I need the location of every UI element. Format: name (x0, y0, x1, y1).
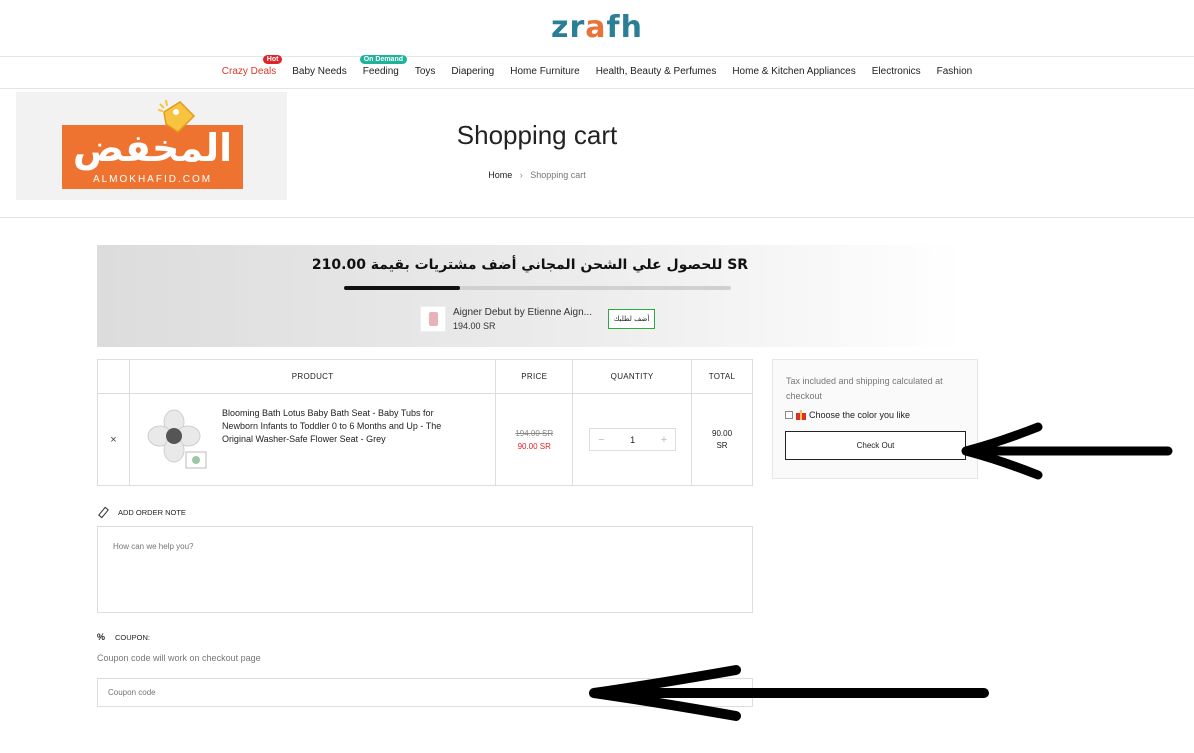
free-shipping-message: SR للحصول علي الشحن المجاني أضف مشتريات … (311, 257, 749, 273)
page-title: Shopping cart (456, 120, 618, 150)
nav-item-label: Crazy Deals (221, 66, 277, 77)
upsell-product-price: 194.00 SR (453, 321, 496, 331)
cart-table: Product Price Quantity Total × (97, 359, 753, 486)
free-shipping-bar: SR للحصول علي الشحن المجاني أضف مشتريات … (97, 245, 963, 347)
coupon-heading: % COUPON: (97, 632, 150, 642)
brand-latin-name: ALMOKHAFID.COM (92, 174, 213, 185)
hot-badge: Hot (262, 55, 283, 64)
percent-icon: % (97, 632, 106, 642)
coupon-hint: Coupon code will work on checkout page (97, 653, 261, 663)
free-shipping-progress-fill (344, 286, 461, 290)
line-total-cell: 90.00 SR (691, 393, 753, 486)
price-tag-icon (157, 99, 196, 133)
remove-item-button[interactable]: × (97, 393, 130, 486)
original-price: 194.00 SR (515, 428, 554, 438)
close-icon: × (110, 433, 117, 446)
price-column-header: Price (495, 359, 574, 394)
product-image[interactable] (146, 408, 208, 470)
site-logo[interactable]: zrafh (0, 10, 1194, 45)
line-total-value: 90.00 (712, 428, 733, 438)
tax-shipping-note: Tax included and shipping calculated at … (786, 376, 943, 401)
upsell-product-name[interactable]: Aigner Debut by Etienne Aign... (453, 307, 592, 318)
color-option-checkbox[interactable] (785, 411, 793, 419)
brand-arabic-name: المخفض (72, 126, 233, 170)
order-note-label: ADD ORDER NOTE (118, 507, 186, 517)
decrease-quantity-button[interactable]: − (598, 434, 604, 446)
nav-item-home-furniture[interactable]: Home Furniture (510, 66, 579, 77)
main-nav: Crazy Deals Hot Baby Needs Feeding On De… (0, 55, 1194, 77)
color-option-row[interactable]: Choose the color you like (785, 410, 910, 420)
on-demand-badge: On Demand (359, 55, 408, 64)
quantity-column-header: Quantity (572, 359, 693, 394)
upsell-product-image[interactable] (420, 306, 446, 332)
breadcrumb-home[interactable]: Home (488, 170, 512, 180)
order-note-textarea[interactable] (97, 526, 753, 613)
remove-column-header (97, 359, 130, 394)
nav-divider (0, 88, 1194, 89)
breadcrumb: Home › Shopping cart (387, 170, 687, 180)
nav-item-fashion[interactable]: Fashion (937, 66, 973, 77)
nav-item-health-beauty[interactable]: Health, Beauty & Perfumes (596, 66, 717, 77)
total-column-header: Total (691, 359, 753, 394)
nav-item-diapering[interactable]: Diapering (451, 66, 494, 77)
arrow-left-icon (589, 665, 989, 721)
price-cell: 194.00 SR 90.00 SR (495, 393, 574, 486)
order-summary-panel: Tax included and shipping calculated at … (772, 359, 978, 479)
table-row: × Blooming Bath Lotus Baby Bath Seat - B… (97, 393, 753, 486)
pencil-icon (99, 507, 109, 517)
quantity-cell: − 1 + (572, 393, 693, 486)
gift-icon (796, 410, 806, 420)
cart-header-row: Product Price Quantity Total (97, 359, 753, 394)
nav-item-crazy-deals[interactable]: Crazy Deals Hot (221, 55, 283, 77)
nav-item-home-kitchen[interactable]: Home & Kitchen Appliances (732, 66, 855, 77)
nav-item-label: Feeding (362, 66, 399, 77)
upsell-add-button[interactable]: أضف لطلبك (608, 309, 655, 329)
sale-price: 90.00 SR (517, 441, 551, 451)
quantity-stepper: − 1 + (589, 428, 677, 451)
banner-divider (0, 217, 1194, 218)
product-name[interactable]: Blooming Bath Lotus Baby Bath Seat - Bab… (222, 407, 472, 446)
nav-item-toys[interactable]: Toys (415, 66, 436, 77)
order-note-heading[interactable]: ADD ORDER NOTE (99, 507, 186, 517)
product-column-header: Product (128, 359, 497, 394)
nav-item-baby-needs[interactable]: Baby Needs (292, 66, 346, 77)
line-total-currency: SR (716, 440, 728, 450)
chevron-right-icon: › (519, 170, 523, 180)
header-divider (0, 56, 1194, 57)
color-option-label: Choose the color you like (809, 410, 911, 420)
breadcrumb-current: Shopping cart (530, 170, 586, 180)
product-cell: Blooming Bath Lotus Baby Bath Seat - Bab… (128, 393, 497, 486)
nav-item-feeding[interactable]: Feeding On Demand (359, 55, 408, 77)
coupon-label: COUPON: (115, 632, 151, 642)
checkout-button[interactable]: Check Out (785, 431, 966, 460)
increase-quantity-button[interactable]: + (661, 434, 667, 446)
arrow-left-icon (961, 422, 1173, 480)
brand-banner[interactable]: المخفض ALMOKHAFID.COM (16, 92, 287, 200)
quantity-value[interactable]: 1 (630, 435, 635, 445)
free-shipping-progress (344, 286, 731, 290)
shopping-cart-page: zrafh Crazy Deals Hot Baby Needs Feeding… (0, 0, 1194, 753)
nav-item-electronics[interactable]: Electronics (872, 66, 921, 77)
